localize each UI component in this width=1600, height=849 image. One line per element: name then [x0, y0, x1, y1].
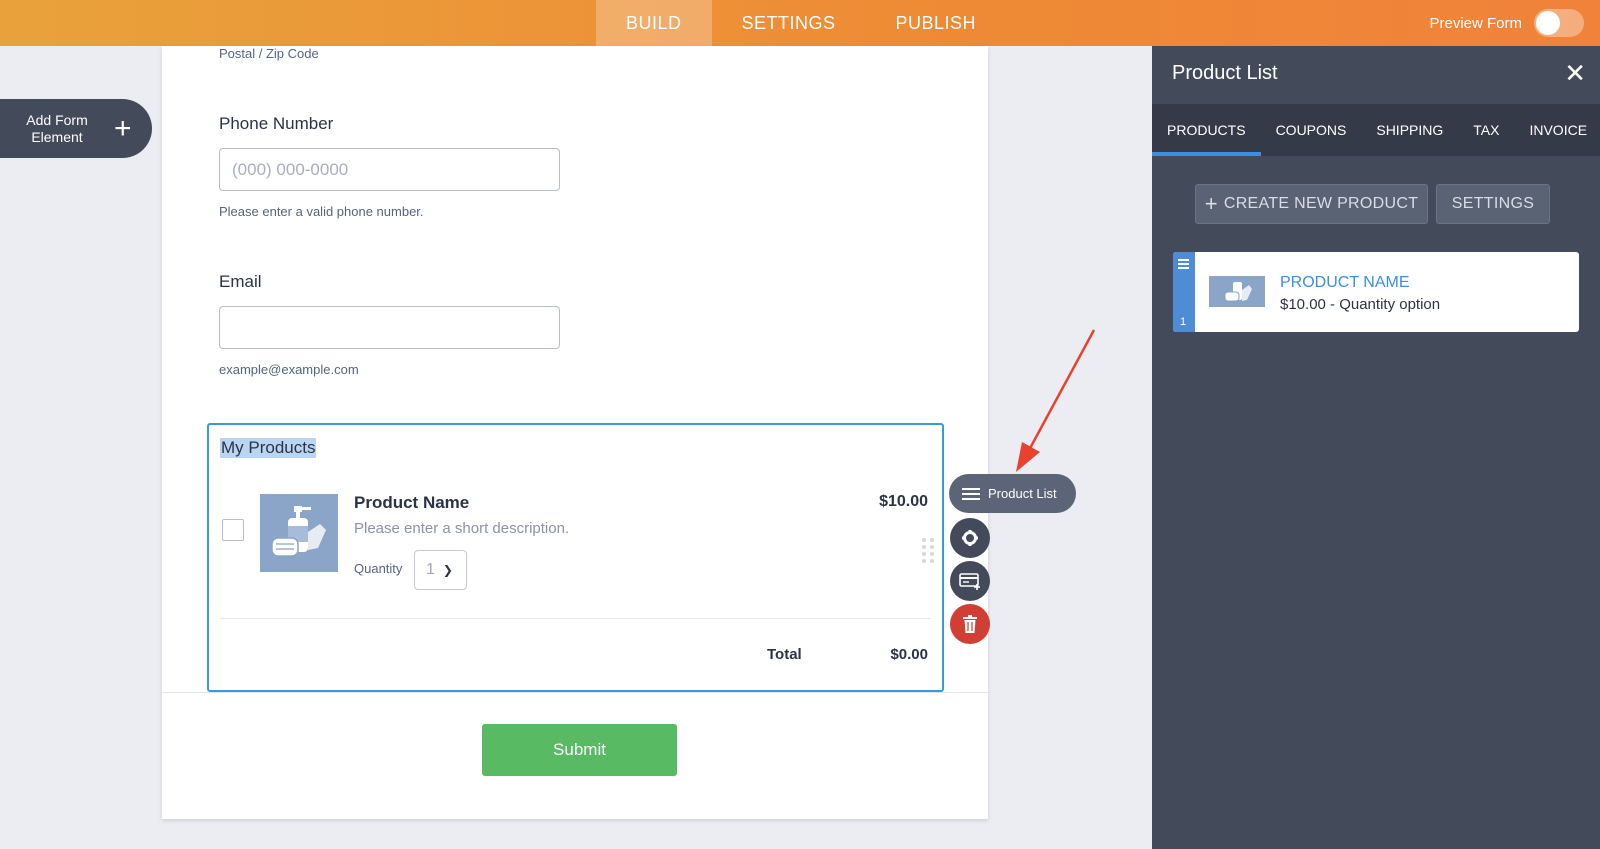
tab-products[interactable]: PRODUCTS	[1152, 104, 1261, 156]
sanitizer-mask-icon	[1224, 282, 1252, 302]
postal-sublabel: Postal / Zip Code	[219, 46, 319, 61]
phone-placeholder: (000) 000-0000	[232, 159, 349, 179]
phone-label: Phone Number	[219, 114, 334, 133]
top-nav: BUILD SETTINGS PUBLISH	[596, 0, 1006, 46]
plus-icon: +	[1204, 191, 1218, 216]
email-label: Email	[219, 272, 262, 291]
toggle-knob	[1536, 11, 1560, 35]
trash-icon	[963, 615, 977, 633]
tab-invoice[interactable]: INVOICE	[1514, 104, 1600, 156]
add-form-element-label-line1: Add Form	[26, 111, 88, 128]
product-index: 1	[1180, 316, 1187, 328]
add-form-element-button[interactable]: Add Form Element +	[0, 99, 152, 158]
panel-tabs: PRODUCTS COUPONS SHIPPING TAX INVOICE	[1152, 104, 1600, 156]
product-list-button[interactable]: Product List	[949, 474, 1076, 513]
tab-build[interactable]: BUILD	[596, 0, 712, 46]
product-item[interactable]: 1 PRODUCT NAME $10.00 - Quantity option	[1173, 252, 1579, 332]
drag-handle-icon[interactable]	[922, 538, 936, 563]
quantity-label: Quantity	[354, 561, 403, 576]
gear-button[interactable]	[950, 518, 990, 558]
annotation-arrow	[1016, 329, 1096, 472]
panel-title: Product List	[1172, 62, 1278, 84]
preview-form: Preview Form	[1429, 9, 1584, 37]
quantity-value: 1	[426, 561, 435, 578]
email-sublabel: example@example.com	[219, 362, 359, 377]
product-checkbox[interactable]	[222, 519, 244, 541]
plus-icon: +	[114, 111, 132, 145]
gear-icon	[962, 530, 978, 546]
payment-button[interactable]	[950, 561, 990, 601]
divider	[220, 618, 931, 619]
add-form-element-label: Add Form Element	[0, 112, 114, 146]
panel-product-name[interactable]: PRODUCT NAME	[1280, 274, 1410, 292]
product-list-button-label: Product List	[988, 486, 1057, 501]
create-new-product-button[interactable]: + CREATE NEW PRODUCT	[1195, 184, 1428, 224]
total-value: $0.00	[890, 646, 928, 663]
tab-publish[interactable]: PUBLISH	[866, 0, 1007, 46]
email-input[interactable]	[219, 306, 560, 349]
card-divider	[162, 692, 988, 693]
close-icon[interactable]: ✕	[1564, 58, 1586, 89]
product-name: Product Name	[354, 493, 470, 512]
list-icon	[962, 487, 980, 500]
products-title[interactable]: My Products	[220, 438, 317, 458]
preview-form-toggle[interactable]	[1534, 9, 1584, 37]
delete-button[interactable]	[950, 604, 990, 644]
preview-form-label: Preview Form	[1429, 14, 1522, 32]
top-bar: BUILD SETTINGS PUBLISH Preview Form	[0, 0, 1600, 46]
tab-coupons[interactable]: COUPONS	[1261, 104, 1362, 156]
tab-shipping[interactable]: SHIPPING	[1361, 104, 1458, 156]
tab-settings[interactable]: SETTINGS	[712, 0, 866, 46]
panel-product-meta: $10.00 - Quantity option	[1280, 296, 1441, 313]
chevron-down-icon: ❯	[442, 563, 453, 577]
product-price: $10.00	[879, 493, 928, 510]
tab-tax[interactable]: TAX	[1458, 104, 1514, 156]
panel-header: Product List ✕	[1152, 46, 1600, 104]
product-list-field[interactable]: My Products Product Name Please enter a …	[207, 423, 944, 692]
total-label: Total	[767, 646, 802, 663]
phone-input[interactable]: (000) 000-0000	[219, 148, 560, 191]
submit-button[interactable]: Submit	[482, 724, 677, 776]
product-thumbnail	[1209, 276, 1265, 307]
add-form-element-label-line2: Element	[31, 128, 83, 145]
quantity-select[interactable]: 1 ❯	[414, 550, 467, 590]
payment-card-icon	[959, 573, 980, 590]
phone-sublabel: Please enter a valid phone number.	[219, 204, 424, 219]
product-list-panel: Product List ✕ PRODUCTS COUPONS SHIPPING…	[1152, 46, 1600, 849]
form-card: Postal / Zip Code Phone Number (000) 000…	[162, 46, 988, 819]
reorder-handle[interactable]: 1	[1173, 252, 1195, 332]
menu-icon	[1178, 259, 1189, 269]
panel-settings-button[interactable]: SETTINGS	[1436, 184, 1550, 224]
sanitizer-mask-icon	[271, 506, 326, 557]
product-description: Please enter a short description.	[354, 520, 570, 537]
product-image	[260, 494, 338, 572]
create-new-product-label: CREATE NEW PRODUCT	[1223, 195, 1419, 212]
